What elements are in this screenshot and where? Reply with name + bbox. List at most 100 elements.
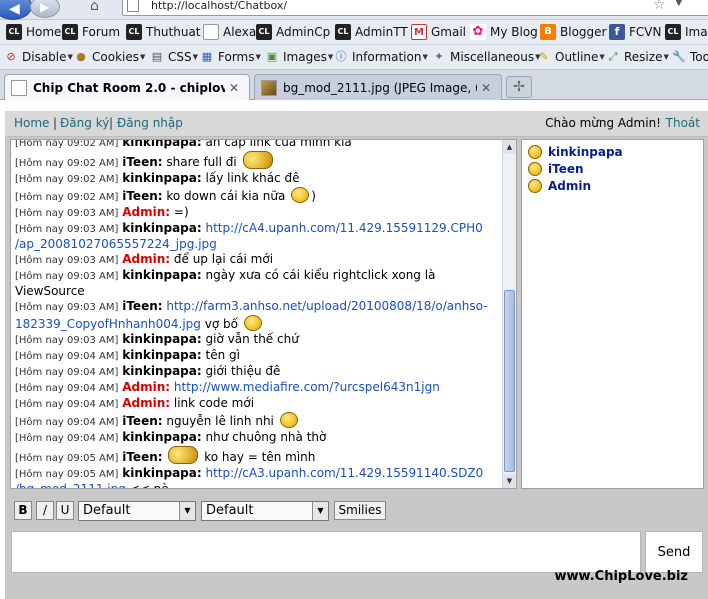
tab-chip-chat-room[interactable]: Chip Chat Room 2.0 - chiplove.9x... ✕ bbox=[4, 74, 250, 100]
cookie-icon: ● bbox=[76, 50, 86, 63]
webdev-css-menu[interactable]: ▤ CSS ▼ bbox=[150, 48, 198, 66]
webdev-tools-menu[interactable]: 🔧 Too bbox=[672, 48, 708, 66]
webdev-miscellaneous-menu[interactable]: ✦ Miscellaneous ▼ bbox=[432, 48, 540, 66]
underline-button[interactable]: U bbox=[56, 501, 74, 520]
message-username[interactable]: iTeen: bbox=[122, 414, 162, 428]
webdev-images-menu[interactable]: ▣ Images ▼ bbox=[265, 48, 333, 66]
tab-strip: Chip Chat Room 2.0 - chiplove.9x... ✕ bg… bbox=[0, 70, 708, 100]
welcome-message: Chào mừng Admin! bbox=[545, 116, 661, 130]
webdev-resize-menu[interactable]: ⤢ Resize ▼ bbox=[606, 48, 669, 66]
bookmark-blogger[interactable]: B Blogger bbox=[540, 23, 606, 41]
user-status-icon bbox=[528, 145, 542, 159]
webdev-cookies-menu[interactable]: ● Cookies ▼ bbox=[74, 48, 145, 66]
message-input[interactable] bbox=[11, 531, 641, 573]
message-text: << nè bbox=[129, 482, 169, 489]
webdev-outline-menu[interactable]: ✎ Outline ▼ bbox=[537, 48, 604, 66]
message-timestamp: [Hôm nay 09:04 AM] bbox=[15, 417, 119, 428]
images-icon: ▣ bbox=[266, 50, 278, 63]
message-username[interactable]: iTeen: bbox=[122, 450, 162, 464]
chat-message: [Hôm nay 09:05 AM] kinkinpapa: http://cA… bbox=[15, 466, 501, 489]
disable-icon: ⊘ bbox=[6, 50, 16, 63]
online-user[interactable]: iTeen bbox=[526, 162, 584, 176]
message-text: ko hay = tên mình bbox=[204, 450, 316, 464]
bookmark-star-icon[interactable]: ☆ bbox=[653, 0, 666, 13]
message-username[interactable]: kinkinpapa: bbox=[122, 268, 201, 282]
url-dropdown-icon[interactable]: ▼ bbox=[675, 0, 683, 8]
message-timestamp: [Hôm nay 09:03 AM] bbox=[15, 224, 119, 235]
facebook-icon: f bbox=[609, 24, 625, 40]
message-link[interactable]: http://farm3.anhso.net/upload/20100808/1… bbox=[166, 299, 487, 313]
online-user[interactable]: kinkinpapa bbox=[526, 145, 623, 159]
message-username[interactable]: kinkinpapa: bbox=[122, 332, 201, 346]
bookmark-home[interactable]: CL Home bbox=[6, 23, 61, 41]
size-select[interactable]: Default ▼ bbox=[201, 501, 329, 521]
webdev-forms-menu[interactable]: ▦ Forms ▼ bbox=[200, 48, 261, 66]
message-username[interactable]: kinkinpapa: bbox=[122, 466, 201, 480]
forward-button[interactable]: ▶ bbox=[30, 0, 60, 18]
scroll-up-icon[interactable]: ▲ bbox=[503, 140, 516, 154]
bookmark-imag[interactable]: CLImag bbox=[665, 23, 708, 41]
chiplove-icon: CL bbox=[62, 24, 78, 40]
chat-message: [Hôm nay 09:03 AM] Admin: để up lại cái … bbox=[15, 252, 501, 268]
smilies-button[interactable]: Smilies bbox=[334, 501, 386, 520]
message-username[interactable]: kinkinpapa: bbox=[122, 430, 201, 444]
register-link[interactable]: Đăng ký bbox=[60, 116, 109, 130]
close-icon[interactable]: ✕ bbox=[229, 81, 243, 95]
chat-message: [Hôm nay 09:03 AM] kinkinpapa: ngày xưa … bbox=[15, 268, 501, 299]
messages-scrollbar[interactable]: ▲ ▼ bbox=[502, 140, 516, 488]
scrollbar-thumb[interactable] bbox=[504, 290, 515, 472]
bookmark-thuthuat[interactable]: CL Thuthuat bbox=[126, 23, 201, 41]
font-select[interactable]: Default ▼ bbox=[78, 501, 196, 521]
message-username[interactable]: kinkinpapa: bbox=[122, 348, 201, 362]
logout-link[interactable]: Thoát bbox=[666, 116, 700, 130]
bookmark-fcvn[interactable]: f FCVN bbox=[609, 23, 661, 41]
message-username[interactable]: iTeen: bbox=[122, 299, 162, 313]
online-user[interactable]: Admin bbox=[526, 179, 591, 193]
bookmark-admincp[interactable]: CL AdminCp bbox=[256, 23, 330, 41]
italic-button[interactable]: / bbox=[36, 501, 54, 520]
new-tab-button[interactable]: ✢ bbox=[506, 76, 532, 98]
webdev-information-menu[interactable]: ⓘ Information ▼ bbox=[334, 48, 428, 66]
message-username[interactable]: kinkinpapa: bbox=[122, 140, 201, 149]
home-link[interactable]: Home bbox=[14, 116, 49, 130]
tab-bg-mod-image[interactable]: bg_mod_2111.jpg (JPEG Image, 604... ✕ bbox=[254, 74, 502, 100]
login-link[interactable]: Đăng nhập bbox=[117, 116, 183, 130]
resize-icon: ⤢ bbox=[608, 50, 618, 63]
address-bar[interactable]: http://localhost/Chatbox/ ☆ ▼ bbox=[122, 0, 708, 16]
bookmark-alexa[interactable]: Alexa bbox=[203, 23, 256, 41]
bookmarks-toolbar: CL Home CL Forum CL Thuthuat Alexa CL AdminC… bbox=[0, 20, 708, 45]
message-username[interactable]: kinkinpapa: bbox=[122, 171, 201, 185]
message-username[interactable]: iTeen: bbox=[122, 155, 162, 169]
message-username[interactable]: iTeen: bbox=[122, 189, 162, 203]
chat-message: [Hôm nay 09:04 AM] Admin: http://www.med… bbox=[15, 380, 501, 396]
back-button[interactable]: ◀ bbox=[0, 0, 32, 20]
close-icon[interactable]: ✕ bbox=[481, 81, 495, 95]
webdev-disable-menu[interactable]: ⊘ Disable ▼ bbox=[4, 48, 73, 66]
message-username[interactable]: Admin: bbox=[122, 396, 170, 410]
caret-icon: ▼ bbox=[327, 53, 334, 61]
bookmark-forum[interactable]: CL Forum bbox=[62, 23, 120, 41]
message-link[interactable]: http://www.mediafire.com/?urcspel643n1jg… bbox=[174, 380, 440, 394]
message-link[interactable]: /ap_20081027065557224_jpg.jpg bbox=[15, 237, 217, 251]
messages-panel[interactable]: [Hôm nay 09:02 AM] kinkinpapa: ăn cắp li… bbox=[10, 139, 517, 489]
chiplove-icon: CL bbox=[335, 24, 351, 40]
bookmark-my-blog[interactable]: ✿ My Blog bbox=[470, 23, 538, 41]
scroll-down-icon[interactable]: ▼ bbox=[503, 474, 516, 488]
home-icon[interactable]: ⌂ bbox=[90, 0, 99, 14]
bold-button[interactable]: B bbox=[14, 501, 32, 520]
message-link[interactable]: http://cA3.upanh.com/11.429.15591140.SDZ… bbox=[206, 466, 484, 480]
message-username[interactable]: Admin: bbox=[122, 205, 170, 219]
message-link[interactable]: http://cA4.upanh.com/11.429.15591129.CPH… bbox=[206, 221, 483, 235]
message-username[interactable]: kinkinpapa: bbox=[122, 221, 201, 235]
message-username[interactable]: Admin: bbox=[122, 252, 170, 266]
bookmark-admintt[interactable]: CL AdminTT bbox=[335, 23, 408, 41]
message-link[interactable]: 182339_CopyofHnhanh004.jpg bbox=[15, 317, 201, 331]
chevron-down-icon: ▼ bbox=[179, 502, 195, 520]
message-username[interactable]: kinkinpapa: bbox=[122, 364, 201, 378]
message-text: link code mới bbox=[173, 396, 255, 410]
bookmark-gmail[interactable]: M Gmail bbox=[411, 23, 466, 41]
message-username[interactable]: Admin: bbox=[122, 380, 170, 394]
send-button[interactable]: Send bbox=[645, 531, 703, 573]
url-text[interactable]: http://localhost/Chatbox/ bbox=[151, 0, 287, 12]
message-link[interactable]: /bg_mod_2111.jpg bbox=[15, 482, 126, 488]
